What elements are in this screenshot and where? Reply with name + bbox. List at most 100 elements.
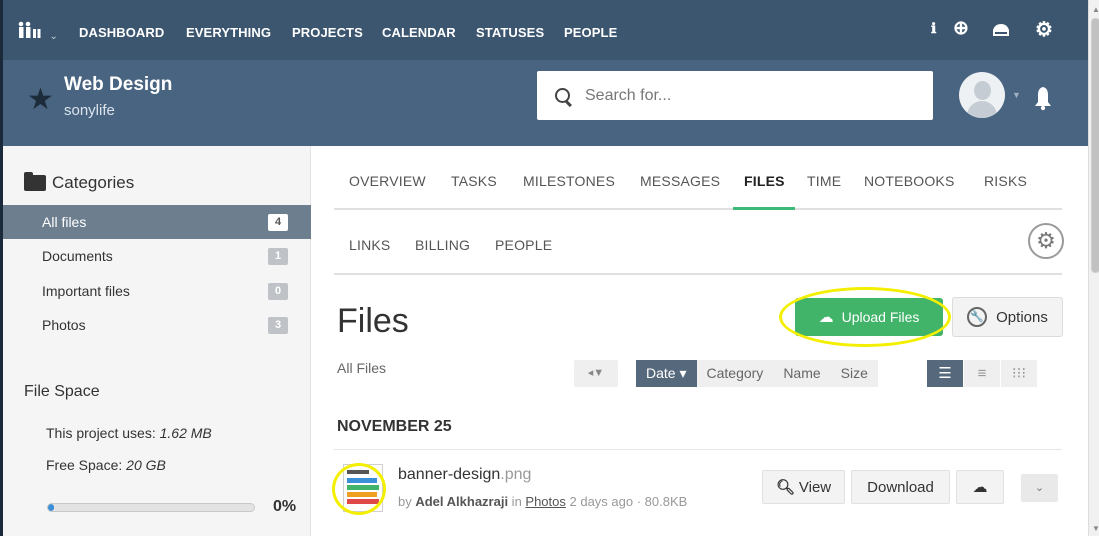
tab-files[interactable]: FILES	[744, 173, 785, 189]
nav-people[interactable]: PEOPLE	[564, 25, 617, 40]
project-usage: This project uses: 1.62 MB	[46, 425, 212, 441]
chevron-down-icon: ⌄	[1034, 482, 1045, 494]
sort-direction-icon: ◂▼	[587, 367, 605, 379]
thumbnail-stripe	[347, 478, 377, 483]
file-space-heading: File Space	[24, 383, 100, 400]
usage-progress-bar	[47, 503, 255, 512]
category-documents[interactable]: Documents 1	[3, 239, 311, 273]
file-author[interactable]: Adel Alkhazraji	[415, 494, 508, 509]
thumbnail-stripe	[347, 485, 379, 490]
nav-calendar[interactable]: CALENDAR	[382, 25, 456, 40]
list-view-icon[interactable]: ☰	[927, 360, 963, 387]
category-label: Documents	[42, 248, 113, 264]
app-logo[interactable]: ⌄	[17, 21, 58, 44]
nav-projects[interactable]: PROJECTS	[292, 25, 363, 40]
scrollbar-thumb[interactable]	[1091, 18, 1099, 273]
thumbnail-stripe	[347, 499, 379, 504]
free-space-label: Free Space:	[46, 457, 127, 473]
usage-value: 1.62 MB	[159, 425, 212, 441]
scroll-up-arrow-icon[interactable]: ▲	[1092, 5, 1099, 14]
search-icon	[555, 87, 571, 104]
download-label: Download	[867, 478, 934, 496]
tab-milestones[interactable]: MILESTONES	[523, 173, 615, 189]
categories-heading: Categories	[24, 172, 135, 193]
project-header: ★ Web Design sonylife ▼	[3, 60, 1088, 146]
more-actions-dropdown[interactable]: ⌄	[1021, 474, 1058, 502]
sort-size[interactable]: Size	[830, 360, 878, 387]
tab-messages[interactable]: MESSAGES	[640, 173, 720, 189]
sort-name[interactable]: Name	[773, 360, 831, 387]
usage-progress-fill	[48, 504, 55, 511]
file-thumbnail[interactable]	[343, 464, 383, 512]
search-input[interactable]	[585, 86, 905, 105]
people-logo-icon	[18, 21, 41, 38]
tab-links[interactable]: LINKS	[349, 237, 390, 253]
avatar-body	[967, 101, 997, 118]
info-icon[interactable]: ℹ	[931, 21, 936, 37]
upload-files-button[interactable]: ☁ Upload Files	[795, 298, 943, 336]
avatar[interactable]	[959, 72, 1005, 118]
tab-overview[interactable]: OVERVIEW	[349, 173, 426, 189]
nav-statuses[interactable]: STATUSES	[476, 25, 544, 40]
options-button[interactable]: 🔧 Options	[952, 297, 1063, 337]
date-group-heading: NOVEMBER 25	[337, 418, 452, 435]
favorite-star-icon[interactable]: ★	[27, 82, 54, 117]
divider	[334, 449, 1062, 450]
search-box[interactable]	[537, 71, 933, 120]
folder-icon	[24, 172, 46, 191]
thumbnail-stripe	[347, 470, 369, 474]
free-space: Free Space: 20 GB	[46, 457, 166, 473]
sort-date[interactable]: Date ▾	[636, 360, 697, 387]
view-button[interactable]: 🔍︎ View	[762, 470, 845, 504]
project-title[interactable]: Web Design	[64, 74, 172, 96]
file-name-link[interactable]: banner-design.png	[398, 466, 531, 484]
nav-dashboard[interactable]: DASHBOARD	[79, 25, 164, 40]
category-important-files[interactable]: Important files 0	[3, 274, 311, 308]
tab-row-primary: OVERVIEW TASKS MILESTONES MESSAGES FILES…	[334, 146, 1062, 210]
top-navigation: ⌄ DASHBOARD EVERYTHING PROJECTS CALENDAR…	[3, 0, 1088, 60]
categories-title: Categories	[52, 173, 135, 192]
sort-options: Date ▾ Category Name Size	[636, 360, 878, 387]
chevron-down-icon: ⌄	[49, 31, 58, 42]
tab-row-secondary: LINKS BILLING PEOPLE	[334, 210, 1062, 275]
count-badge: 4	[268, 213, 288, 231]
project-settings-button[interactable]: ⚙	[1028, 223, 1064, 259]
search-icon: 🔍︎	[775, 479, 795, 496]
gear-icon[interactable]: ⚙	[1035, 17, 1053, 42]
page-scrollbar[interactable]: ▲ ▼	[1088, 0, 1099, 536]
avatar-head	[974, 81, 991, 100]
tab-people[interactable]: PEOPLE	[495, 237, 552, 253]
project-subtitle: sonylife	[64, 102, 115, 119]
grid-view-icon[interactable]: ⁝⁝⁝	[1001, 360, 1037, 387]
tab-tasks[interactable]: TASKS	[451, 173, 497, 189]
free-space-value: 20 GB	[126, 457, 166, 473]
category-all-files[interactable]: All files 4	[3, 205, 311, 239]
count-badge: 1	[268, 247, 288, 265]
tab-notebooks[interactable]: NOTEBOOKS	[864, 173, 954, 189]
gear-icon: ⚙	[1036, 228, 1056, 253]
category-label: Important files	[42, 283, 130, 299]
wrench-icon: 🔧	[967, 307, 988, 327]
sort-direction-toggle[interactable]: ◂▼	[574, 360, 618, 387]
nav-everything[interactable]: EVERYTHING	[186, 25, 271, 40]
tab-risks[interactable]: RISKS	[984, 173, 1027, 189]
cloud-drive-icon[interactable]	[990, 22, 1012, 38]
scroll-down-arrow-icon[interactable]: ▼	[1092, 524, 1099, 533]
file-category-link[interactable]: Photos	[525, 494, 565, 509]
meta-by: by	[398, 494, 416, 509]
category-label: Photos	[42, 317, 86, 333]
plus-circle-icon[interactable]: ⊕	[953, 17, 969, 40]
bell-icon[interactable]	[1033, 85, 1053, 111]
cloud-upload-button[interactable]: ☁	[956, 470, 1004, 504]
meta-in: in	[508, 494, 526, 509]
compact-list-view-icon[interactable]: ≡	[964, 360, 1000, 387]
tab-billing[interactable]: BILLING	[415, 237, 470, 253]
category-photos[interactable]: Photos 3	[3, 308, 311, 342]
cloud-upload-icon: ☁	[972, 479, 988, 496]
meta-tail: 2 days ago · 80.8KB	[565, 494, 688, 509]
options-label: Options	[996, 308, 1048, 326]
tab-time[interactable]: TIME	[807, 173, 841, 189]
sort-category[interactable]: Category	[696, 360, 774, 387]
download-button[interactable]: Download	[851, 470, 950, 504]
chevron-down-icon[interactable]: ▼	[1012, 90, 1021, 100]
